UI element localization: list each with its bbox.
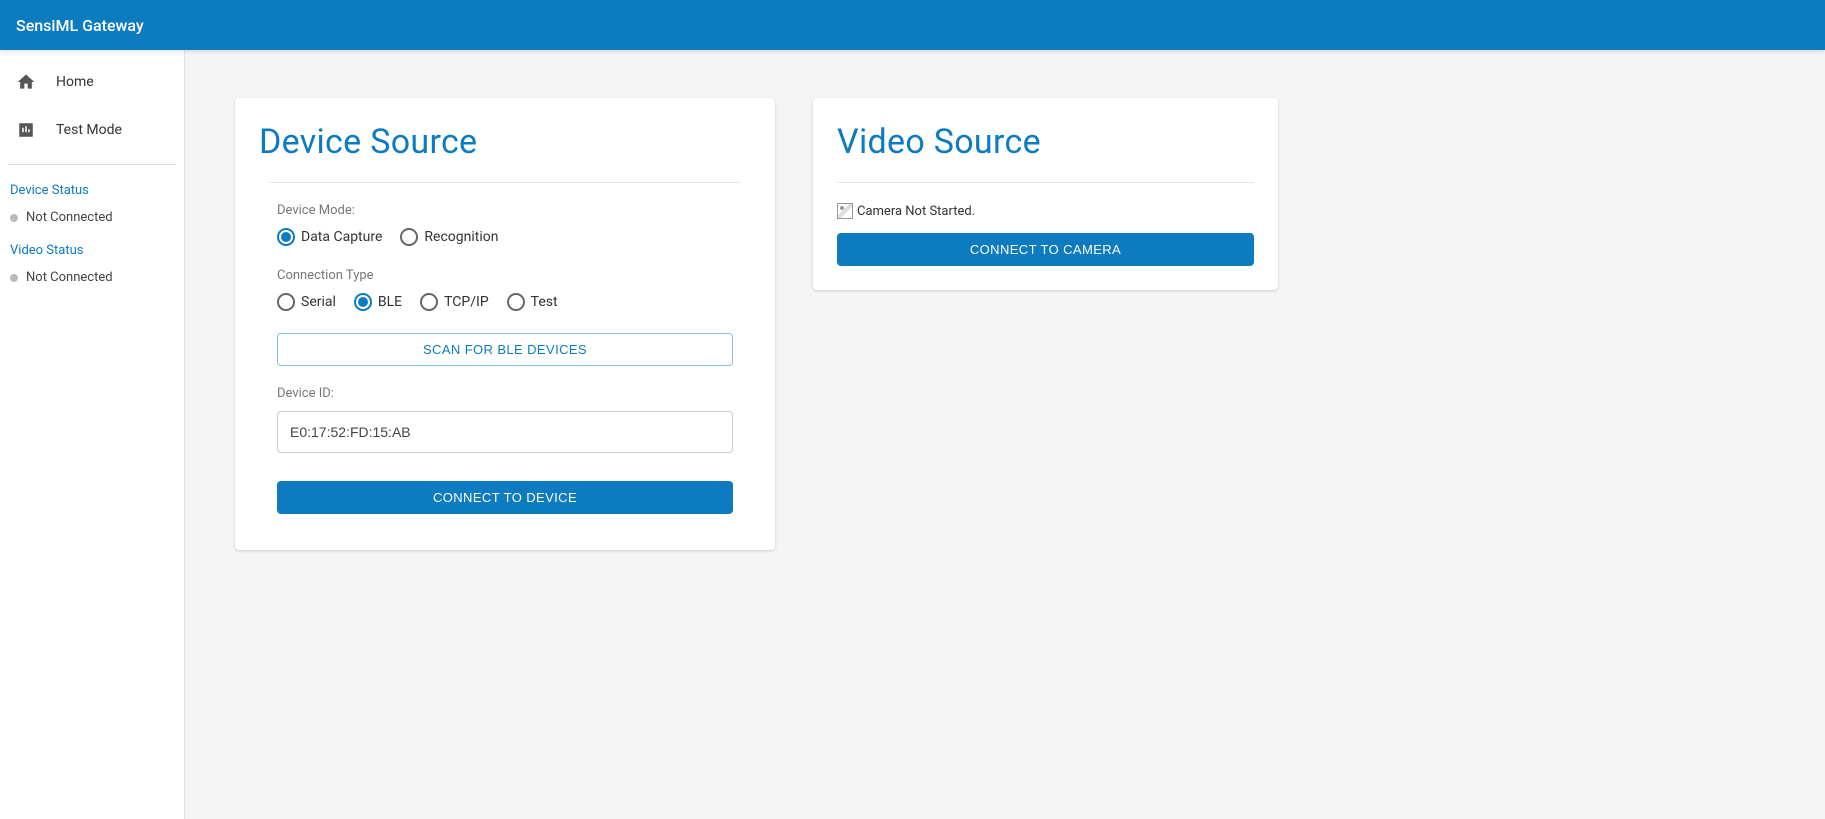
device-status-row: Not Connected [0,206,184,239]
sidebar-divider [8,164,176,165]
radio-ble[interactable]: BLE [354,293,402,311]
radio-icon [277,293,295,311]
radio-icon [420,293,438,311]
radio-recognition[interactable]: Recognition [400,228,498,246]
radio-label: Test [531,294,558,310]
layout: Home Test Mode Device Status Not Connect… [0,50,1825,819]
device-status-title: Device Status [0,179,184,206]
device-form: Device Mode: Data Capture Recognition Co… [259,203,751,514]
radio-data-capture[interactable]: Data Capture [277,228,382,246]
video-status-value: Not Connected [26,270,113,285]
device-mode-radio-group: Data Capture Recognition [277,228,733,246]
connect-device-button[interactable]: CONNECT TO DEVICE [277,481,733,514]
camera-status-text: Camera Not Started. [857,204,975,219]
radio-test[interactable]: Test [507,293,558,311]
radio-icon [277,228,295,246]
scan-ble-button[interactable]: SCAN FOR BLE DEVICES [277,333,733,366]
video-status-title: Video Status [0,239,184,266]
status-dot-icon [10,214,18,222]
device-id-label: Device ID: [277,386,733,401]
radio-label: Serial [301,294,336,310]
video-source-card: Video Source Camera Not Started. CONNECT… [813,98,1278,290]
video-status-row: Not Connected [0,266,184,299]
camera-status-row: Camera Not Started. [837,203,1254,219]
card-divider [269,182,741,183]
radio-serial[interactable]: Serial [277,293,336,311]
connect-camera-button[interactable]: CONNECT TO CAMERA [837,233,1254,266]
status-dot-icon [10,274,18,282]
card-divider [837,182,1254,183]
app-title: SensiML Gateway [16,16,144,35]
radio-label: TCP/IP [444,294,489,310]
video-source-title: Video Source [837,122,1254,162]
connection-type-radio-group: Serial BLE TCP/IP Test [277,293,733,311]
sidebar-item-home[interactable]: Home [0,58,184,106]
radio-label: Data Capture [301,229,382,245]
sidebar-item-test-mode[interactable]: Test Mode [0,106,184,154]
radio-label: Recognition [424,229,498,245]
home-icon [14,70,38,94]
sidebar-item-label: Test Mode [56,122,122,138]
app-header: SensiML Gateway [0,0,1825,50]
broken-image-icon [837,203,853,219]
radio-label: BLE [378,294,402,310]
radio-icon [354,293,372,311]
device-mode-label: Device Mode: [277,203,733,218]
device-id-input[interactable] [277,411,733,453]
bar-chart-icon [14,118,38,142]
main-content: Device Source Device Mode: Data Capture … [185,50,1825,819]
radio-icon [400,228,418,246]
sidebar: Home Test Mode Device Status Not Connect… [0,50,185,819]
sidebar-item-label: Home [56,74,94,90]
radio-icon [507,293,525,311]
connection-type-label: Connection Type [277,268,733,283]
device-status-value: Not Connected [26,210,113,225]
radio-tcpip[interactable]: TCP/IP [420,293,489,311]
device-source-card: Device Source Device Mode: Data Capture … [235,98,775,550]
device-source-title: Device Source [259,122,751,162]
